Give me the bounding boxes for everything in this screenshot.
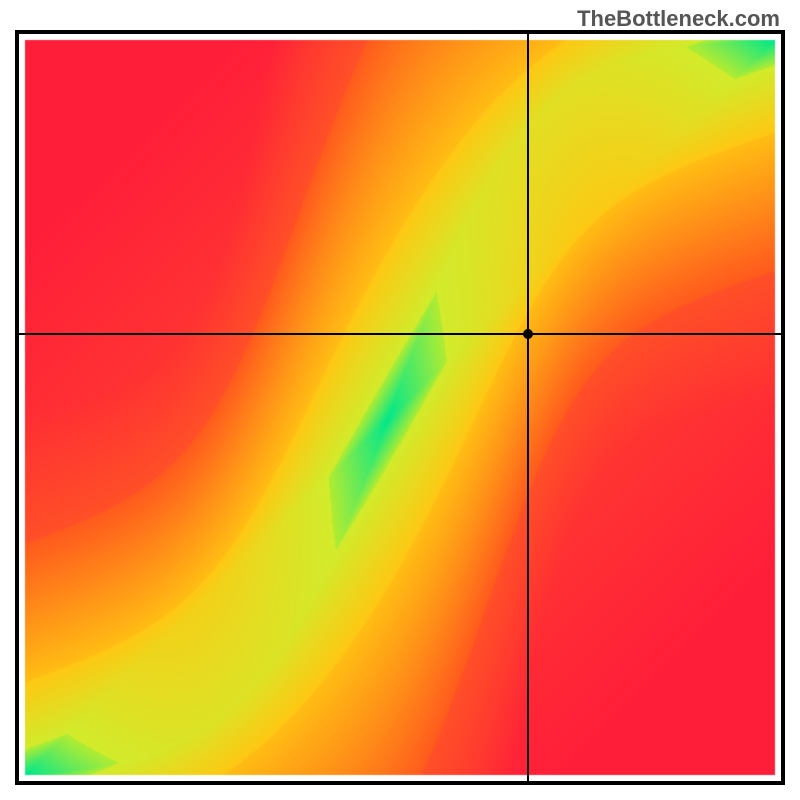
- chart-area: [19, 34, 781, 781]
- crosshair-vertical: [527, 34, 529, 781]
- marker-dot: [523, 329, 533, 339]
- heatmap-canvas: [19, 34, 781, 781]
- crosshair-horizontal: [19, 333, 781, 335]
- chart-frame: [15, 30, 785, 785]
- watermark-text: TheBottleneck.com: [577, 6, 780, 32]
